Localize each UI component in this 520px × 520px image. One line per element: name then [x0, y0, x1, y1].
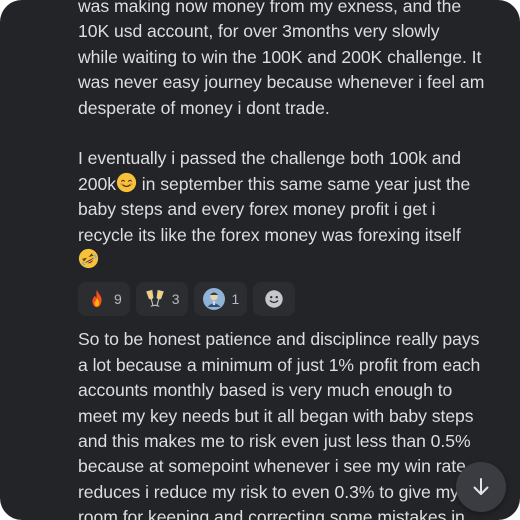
fire-icon [92, 290, 102, 308]
paragraph-2: I eventually i passed the challenge both… [78, 146, 510, 273]
message-line: was making now money from my exness, and… [78, 0, 462, 16]
paragraph-1: was making now money from my exness, and… [78, 0, 510, 121]
rolling-laughing-icon [78, 248, 99, 269]
reaction-count: 3 [171, 290, 180, 307]
message-line: 10K usd account, for over 3months very s… [78, 21, 440, 42]
message-line: a lot because a minimum of just 1% profi… [78, 354, 481, 375]
add-reaction-icon [265, 290, 283, 309]
reaction-bar: 9 3 1 [78, 282, 510, 317]
custom-avatar-emoji-icon [202, 288, 225, 311]
reaction-count: 9 [114, 290, 122, 307]
message-line: reduces i reduce my risk to even 0.3% to… [78, 481, 491, 502]
reaction-custom-emoji[interactable]: 1 [193, 282, 248, 317]
message-text: in september this same same year just th… [136, 173, 471, 194]
smiling-face-icon [116, 172, 137, 192]
message-line: accounts monthly based is very much enou… [78, 380, 453, 401]
jump-to-bottom-button[interactable] [456, 462, 506, 512]
message-line: So to be honest patience and disciplince… [78, 329, 480, 350]
message-line [78, 248, 510, 273]
arrow-down-icon [473, 478, 489, 495]
message-text: 200k [78, 173, 116, 194]
message-line: desperate of money i dont trade. [78, 97, 330, 118]
message-line: because at somepoint whenever i see my w… [78, 456, 466, 477]
message-line: room for keeping and correcting some mis… [78, 507, 465, 520]
message-line: recycle its like the forex money was for… [78, 224, 461, 245]
message-line: was never easy journey because whenever … [78, 72, 485, 93]
message-line: baby steps and every forex money profit … [78, 199, 436, 220]
message-line: while waiting to win the 100K and 200K c… [78, 46, 482, 67]
message-line: 200k in september this same same year ju… [78, 172, 510, 197]
paragraph-3: So to be honest patience and disciplince… [78, 327, 510, 520]
message-line: meet my key needs but it all began with … [78, 405, 474, 426]
message-line: I eventually i passed the challenge both… [78, 148, 461, 169]
reaction-clinking-glasses[interactable]: 3 [135, 282, 188, 317]
message-body: was making now money from my exness, and… [78, 0, 510, 520]
clinking-glasses-icon [145, 290, 164, 308]
reaction-count: 1 [231, 290, 240, 307]
message-line: and this makes me to risk even just less… [78, 431, 471, 452]
reaction-fire[interactable]: 9 [78, 282, 130, 317]
chat-window: was making now money from my exness, and… [0, 0, 520, 520]
add-reaction-button[interactable] [253, 282, 296, 317]
